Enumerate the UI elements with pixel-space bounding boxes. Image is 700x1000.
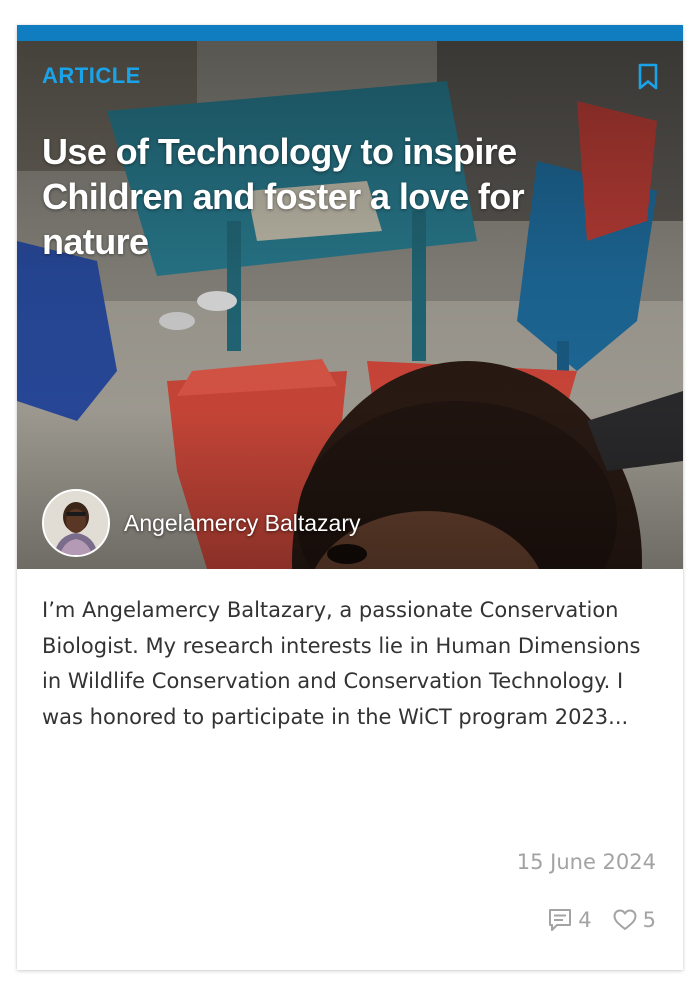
- comment-icon: [549, 909, 572, 931]
- comments-stat[interactable]: 4: [547, 907, 592, 933]
- article-card[interactable]: ARTICLE Use of Technology to inspire Chi…: [17, 25, 683, 970]
- hero-image[interactable]: ARTICLE Use of Technology to inspire Chi…: [17, 41, 683, 569]
- heart-icon: [613, 909, 637, 930]
- bookmark-icon[interactable]: [637, 63, 659, 91]
- accent-bar: [17, 25, 683, 41]
- likes-stat[interactable]: 5: [612, 908, 656, 932]
- author-name[interactable]: Angelamercy Baltazary: [124, 510, 361, 537]
- article-excerpt: I’m Angelamercy Baltazary, a passionate …: [42, 598, 641, 729]
- likes-count: 5: [642, 908, 656, 932]
- publish-date: 15 June 2024: [516, 850, 656, 874]
- comments-count: 4: [578, 908, 592, 932]
- author-link[interactable]: Angelamercy Baltazary: [42, 488, 361, 558]
- engagement-stats: 4 5: [547, 907, 656, 933]
- content-type-label: ARTICLE: [42, 63, 141, 88]
- article-title[interactable]: Use of Technology to inspire Children an…: [42, 129, 632, 264]
- avatar[interactable]: [42, 489, 110, 557]
